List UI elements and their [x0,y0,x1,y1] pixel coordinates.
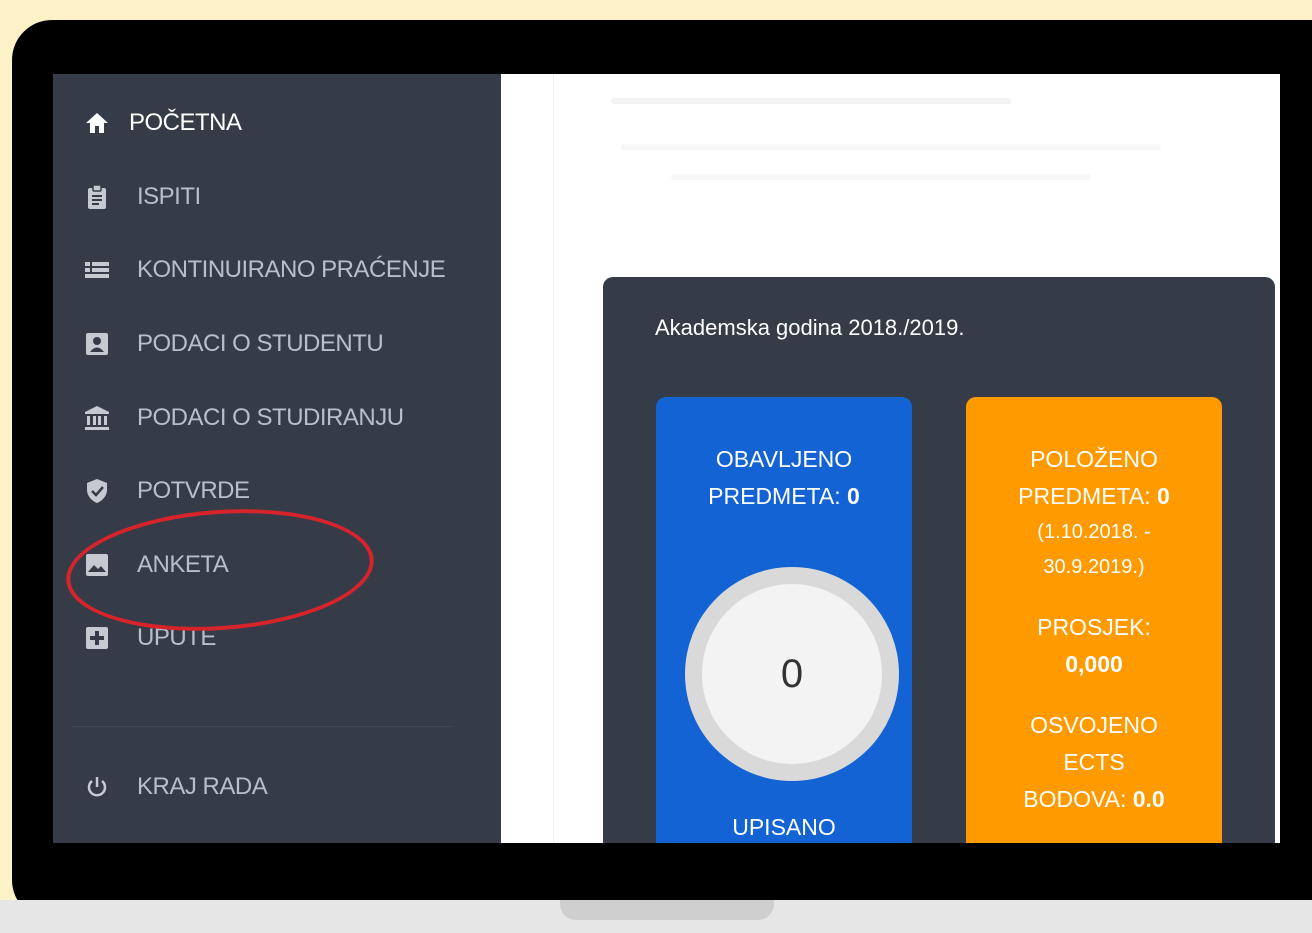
sidebar-item-label: KONTINUIRANO PRAĆENJE [137,256,446,283]
sidebar: POČETNA ISPITI KONTINUIRANO PRAĆENJE POD… [53,74,501,843]
faded-header-line [611,98,1011,104]
sidebar-item-label: PODACI O STUDENTU [137,330,384,357]
home-icon [83,109,111,137]
content-border [553,74,554,843]
faded-header-line [621,144,1161,150]
clipboard-icon [83,183,111,211]
sidebar-item-potvrde[interactable]: POTVRDE [83,473,250,509]
average-value: 0,000 [966,646,1222,683]
sidebar-item-podaci-o-studentu[interactable]: PODACI O STUDENTU [83,326,384,362]
passed-courses-card: POLOŽENO PREDMETA: 0 (1.10.2018. - 30.9.… [966,397,1222,843]
ects-label: BODOVA: [1023,786,1127,812]
card-footer: UPISANO [732,814,836,840]
date-range: (1.10.2018. - [1037,521,1151,543]
sidebar-divider [73,726,453,727]
card-count-value: 0 [1157,483,1170,509]
sidebar-item-ispiti[interactable]: ISPITI [83,179,201,215]
gauge-value: 0 [702,584,882,764]
plus-box-icon [83,624,111,652]
card-heading: POLOŽENO [1030,446,1158,472]
sidebar-item-pocetna[interactable]: POČETNA [83,105,242,141]
card-count-label: PREDMETA: [708,483,841,509]
card-subheading: PREDMETA: 0 [966,478,1222,515]
sidebar-item-label: ISPITI [137,183,201,210]
sidebar-item-label: POČETNA [129,109,242,136]
average-label: PROSJEK: [1037,614,1151,640]
logout-button[interactable]: KRAJ RADA [83,769,268,805]
card-subheading: PREDMETA: 0 [656,478,912,515]
ects-points: BODOVA: 0.0 [966,781,1222,818]
faded-header-line [671,174,1091,180]
card-count-value: 0 [847,483,860,509]
sidebar-item-label: POTVRDE [137,477,250,504]
panel-title: Akademska godina 2018./2019. [655,315,965,340]
card-heading: OBAVLJENO [715,446,853,472]
sidebar-item-podaci-o-studiranju[interactable]: PODACI O STUDIRANJU [83,400,404,436]
ects-heading: OSVOJENO [1030,712,1158,738]
sidebar-item-kontinuirano-pracenje[interactable]: KONTINUIRANO PRAĆENJE [83,252,446,288]
screen: POČETNA ISPITI KONTINUIRANO PRAĆENJE POD… [53,74,1280,843]
date-range-end: 30.9.2019.) [1043,556,1145,578]
bank-icon [83,404,111,432]
main-content: Akademska godina 2018./2019. OBAVLJENO P… [501,74,1280,843]
power-icon [83,773,111,801]
logout-label: KRAJ RADA [137,773,268,800]
average-number: 0,000 [1065,651,1123,677]
card-count-label: PREDMETA: [1018,483,1151,509]
completed-courses-card: OBAVLJENO PREDMETA: 0 0 UPISANO [656,397,912,843]
ects-value: 0.0 [1132,786,1165,812]
id-card-icon [83,330,111,358]
sidebar-item-label: PODACI O STUDIRANJU [137,404,404,431]
academic-year-panel: Akademska godina 2018./2019. OBAVLJENO P… [603,277,1275,843]
list-icon [83,256,111,284]
ects-heading-2: ECTS [1063,749,1125,775]
laptop-notch [560,900,774,920]
progress-gauge: 0 [685,567,899,781]
shield-check-icon [83,477,111,505]
